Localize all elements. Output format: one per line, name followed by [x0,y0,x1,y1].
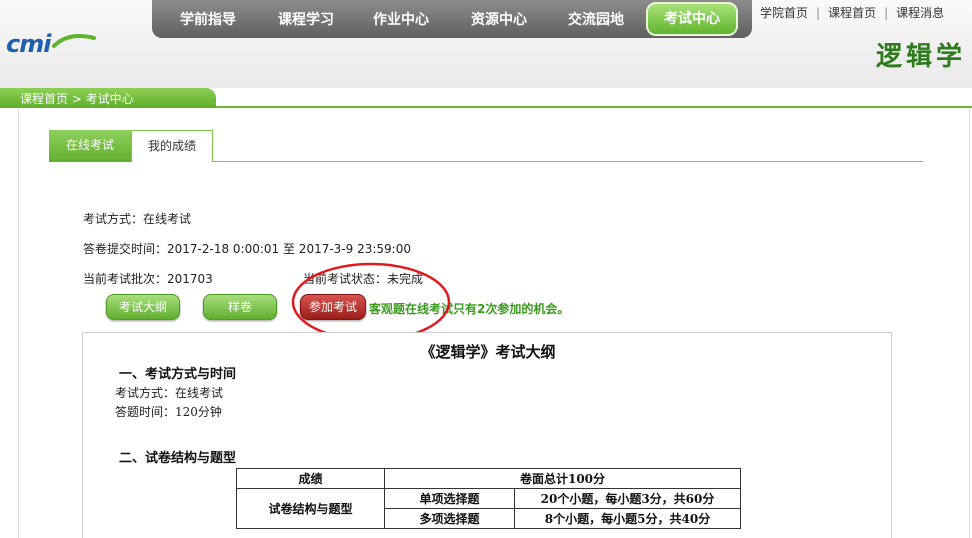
submit-time: 答卷提交时间：2017-2-18 0:00:01 至 2017-3-9 23:5… [83,242,411,256]
table-cell: 成绩 [236,468,385,489]
exam-method: 考试方式：在线考试 [83,212,192,226]
separator: | [816,6,821,20]
nav-item-course-study[interactable]: 课程学习 [256,4,356,36]
course-title: 逻辑学 [875,42,966,72]
nav-item-forum[interactable]: 交流园地 [548,4,644,36]
logo-swoosh-icon [52,34,96,48]
page: cmi 学前指导 课程学习 作业中心 资源中心 交流园地 考试中心 学院首页 | 课… [0,0,972,538]
nav-item-exam-center[interactable]: 考试中心 [646,2,738,36]
section-heading: 二、试卷结构与题型 [119,451,237,466]
tab-my-scores[interactable]: 我的成绩 [131,130,213,162]
top-links: 学院首页 | 课程首页 | 课程消息 [760,4,944,21]
separator: | [884,6,889,20]
content-area: 在线考试 我的成绩 考试方式：在线考试 答卷提交时间：2017-2-18 0:0… [18,108,970,538]
tab-bar: 在线考试 我的成绩 [49,130,923,162]
syllabus-document: 《逻辑学》考试大纲 一、考试方式与时间 考试方式：在线考试 答题时间：120分钟… [82,332,892,538]
table-cell: 20个小题，每小题3分，共60分 [514,488,741,509]
exam-batch: 当前考试批次：201703 [83,272,213,286]
sample-paper-button[interactable]: 样卷 [203,294,277,320]
nav-item-homework[interactable]: 作业中心 [352,4,450,36]
table-cell: 卷面总计100分 [384,468,741,489]
tab-online-exam[interactable]: 在线考试 [49,130,131,162]
main-nav: 学前指导 课程学习 作业中心 资源中心 交流园地 考试中心 [152,0,752,38]
link-course-messages[interactable]: 课程消息 [896,6,944,20]
nav-item-pre-guide[interactable]: 学前指导 [160,4,256,36]
breadcrumb[interactable]: 课程首页 > 考试中心 [20,90,134,107]
nav-item-resources[interactable]: 资源中心 [450,4,548,36]
header: cmi 学前指导 课程学习 作业中心 资源中心 交流园地 考试中心 学院首页 | 课… [0,0,972,88]
exam-outline-button[interactable]: 考试大纲 [106,294,180,320]
section-heading: 一、考试方式与时间 [119,367,237,382]
breadcrumb-bar: 课程首页 > 考试中心 [0,88,972,108]
table-cell: 试卷结构与题型 [236,488,385,529]
syllabus-title: 《逻辑学》考试大纲 [420,343,556,361]
table-row: 试卷结构与题型 单项选择题 20个小题，每小题3分，共60分 [236,488,741,529]
table-cell: 多项选择题 [384,508,515,529]
table-cell: 8个小题，每小题5分，共40分 [514,508,741,529]
table-cell: 单项选择题 [384,488,515,509]
table-row: 成绩 卷面总计100分 [236,468,741,489]
syllabus-line: 答题时间：120分钟 [115,405,222,419]
syllabus-line: 考试方式：在线考试 [115,386,224,400]
score-structure-table: 成绩 卷面总计100分 试卷结构与题型 单项选择题 20个小题，每小题3分，共6… [236,468,741,529]
logo: cmi [6,28,96,60]
logo-text: cmi [6,30,51,58]
link-course-home[interactable]: 课程首页 [828,6,876,20]
link-college-home[interactable]: 学院首页 [760,6,808,20]
